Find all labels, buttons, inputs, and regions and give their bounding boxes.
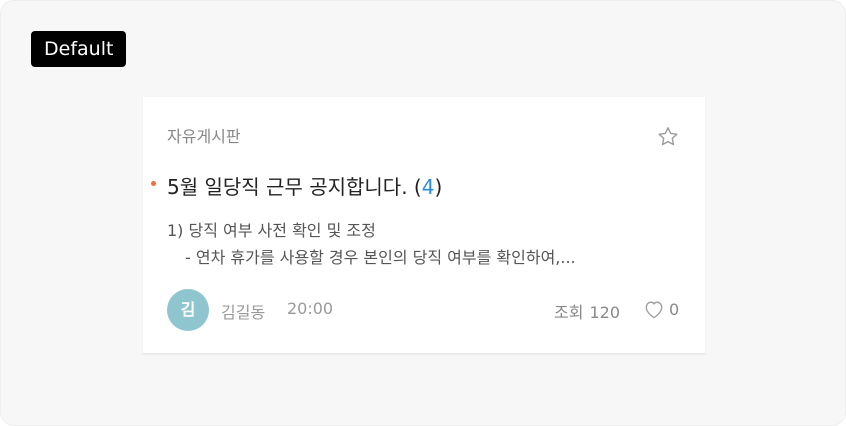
view-count: 조회 120 bbox=[554, 299, 620, 323]
post-title-close: ) bbox=[434, 175, 443, 199]
post-title-text: 5월 일당직 근무 공지합니다. ( bbox=[167, 175, 422, 199]
post-time: 20:00 bbox=[287, 299, 334, 318]
like-button[interactable]: 0 bbox=[643, 298, 679, 320]
post-title[interactable]: 5월 일당직 근무 공지합니다. (4) bbox=[167, 171, 442, 200]
avatar: 김 bbox=[167, 289, 209, 331]
star-icon[interactable] bbox=[656, 125, 680, 149]
views-label: 조회 bbox=[554, 303, 584, 322]
post-card[interactable]: 자유게시판 5월 일당직 근무 공지합니다. (4) 1) 당직 여부 사전 확… bbox=[143, 97, 705, 354]
heart-icon bbox=[645, 301, 663, 319]
views-number: 120 bbox=[589, 303, 620, 322]
excerpt-line-1: 1) 당직 여부 사전 확인 및 조정 bbox=[167, 221, 376, 240]
excerpt-line-2: - 연차 휴가를 사용할 경우 본인의 당직 여부를 확인하여,... bbox=[185, 248, 576, 267]
preview-frame: Default 자유게시판 5월 일당직 근무 공지합니다. (4) 1) 당직… bbox=[0, 0, 846, 426]
author-name: 김길동 bbox=[221, 303, 266, 322]
post-excerpt: 1) 당직 여부 사전 확인 및 조정 - 연차 휴가를 사용할 경우 본인의 … bbox=[167, 217, 687, 271]
board-name: 자유게시판 bbox=[167, 127, 241, 146]
new-indicator-dot bbox=[151, 181, 156, 186]
comment-count: 4 bbox=[421, 175, 435, 199]
variant-label: Default bbox=[31, 31, 127, 67]
like-count: 0 bbox=[669, 299, 680, 319]
